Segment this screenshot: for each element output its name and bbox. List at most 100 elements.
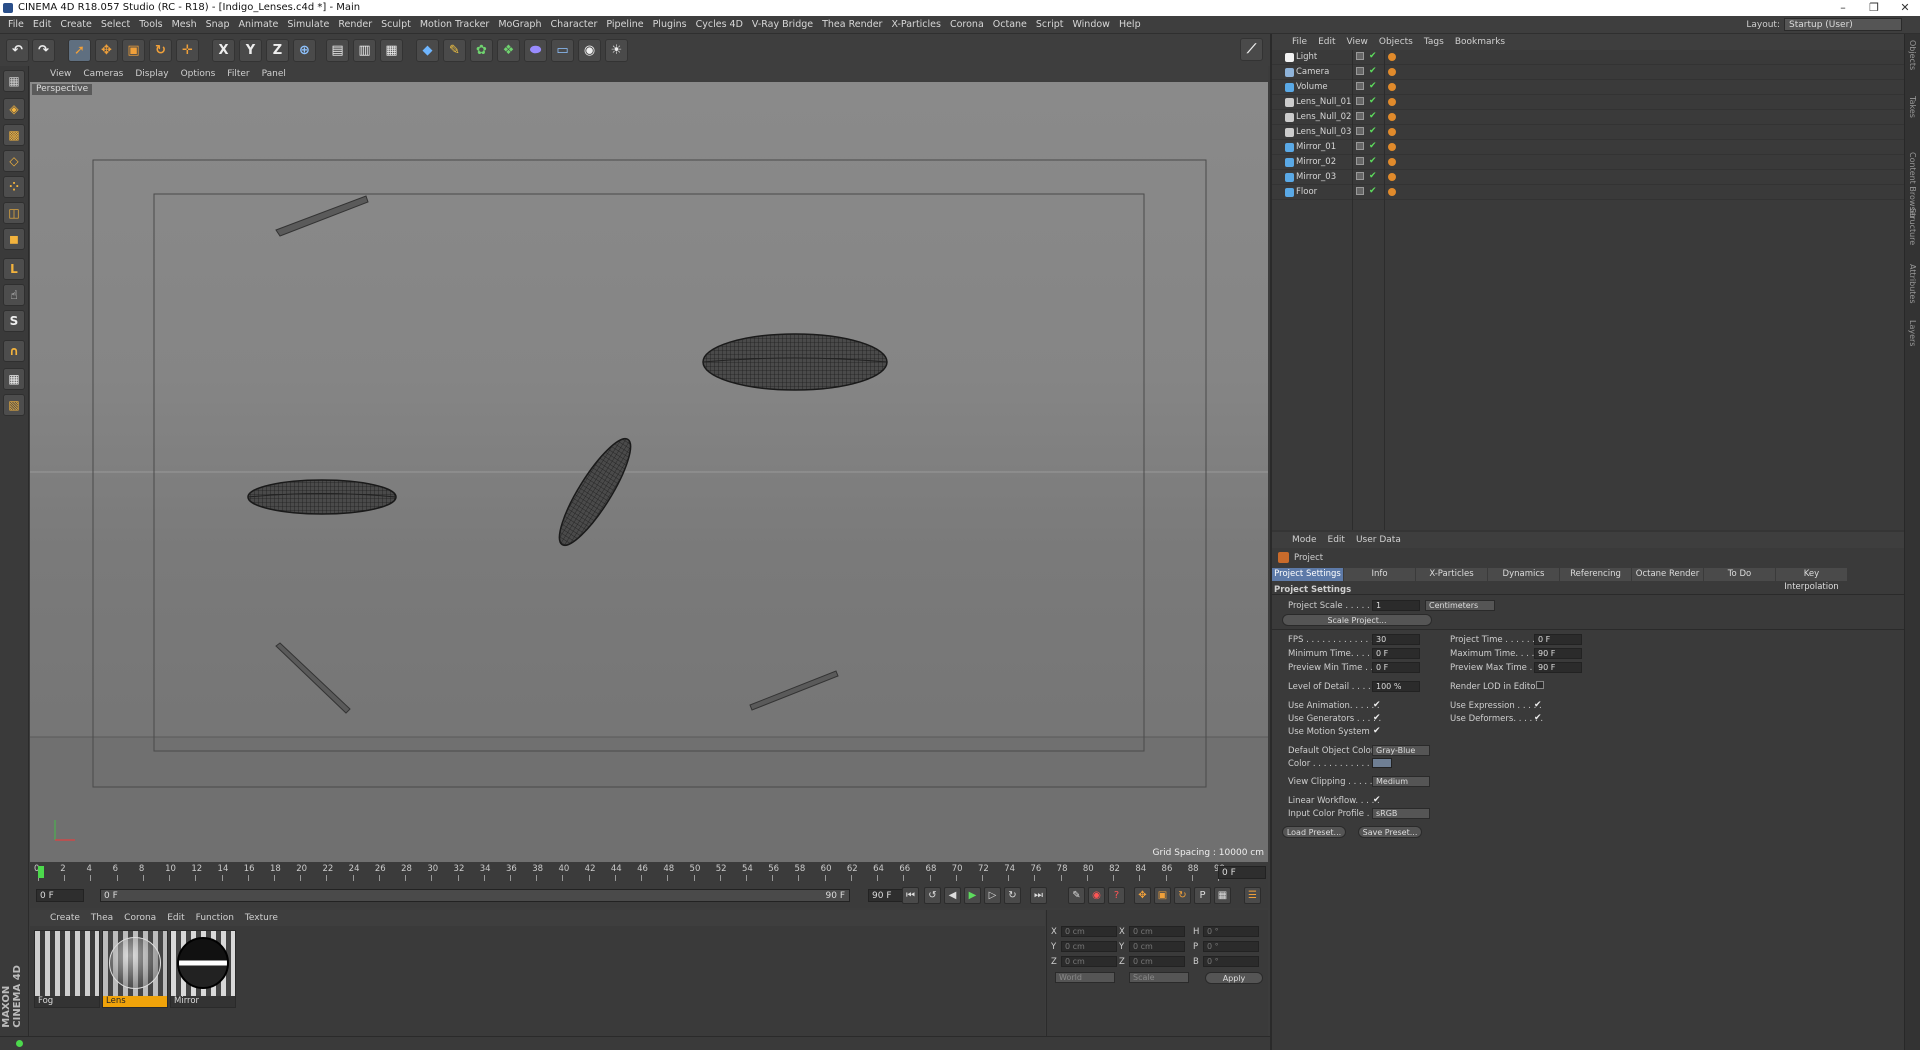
side-tab[interactable]: Takes xyxy=(1908,96,1917,118)
object-tag-icon[interactable] xyxy=(1388,173,1396,181)
record-active-icon[interactable]: ◉ xyxy=(1088,887,1105,904)
coordinate-system-icon[interactable]: ⊕ xyxy=(293,39,316,62)
coord-scale-dropdown[interactable]: Scale xyxy=(1129,972,1189,983)
object-tag-icon[interactable] xyxy=(1388,113,1396,121)
perspective-viewport[interactable]: Perspective Grid Spacing : 10000 cm xyxy=(30,82,1268,862)
attr-tab[interactable]: Dynamics xyxy=(1488,568,1559,581)
move-tool-icon[interactable]: ✥ xyxy=(95,39,118,62)
workplane-icon[interactable]: ◇ xyxy=(3,150,25,172)
menu-item[interactable]: Snap xyxy=(206,19,230,30)
use-deformers-checkbox[interactable]: ✔ xyxy=(1534,714,1543,723)
prev-key-icon[interactable]: ↺ xyxy=(924,887,941,904)
camera-icon[interactable]: ◉ xyxy=(578,39,601,62)
coord-field[interactable]: 0 ° xyxy=(1203,956,1259,967)
camera-label[interactable]: Perspective xyxy=(32,84,93,95)
menu-item[interactable]: Create xyxy=(60,19,92,30)
object-visibility-flags[interactable]: ✔ xyxy=(1352,141,1382,153)
cube-primitive-icon[interactable]: ◆ xyxy=(416,39,439,62)
coord-field[interactable]: 0 cm xyxy=(1061,926,1117,937)
grid-icon[interactable]: ▦ xyxy=(3,368,25,390)
start-frame-field[interactable]: 0 F xyxy=(36,889,84,902)
object-menu-item[interactable]: Edit xyxy=(1318,37,1335,47)
play-icon[interactable]: ▶ xyxy=(964,887,981,904)
close-icon[interactable]: ✕ xyxy=(1890,0,1920,16)
material-lens[interactable]: Lens xyxy=(102,930,168,1008)
attr-tab[interactable]: Referencing xyxy=(1560,568,1631,581)
menu-item[interactable]: Corona xyxy=(950,19,984,30)
spline-pen-icon[interactable]: ✎ xyxy=(443,39,466,62)
render-settings-icon[interactable]: ▦ xyxy=(380,39,403,62)
viewport-menu-item[interactable]: Cameras xyxy=(83,69,123,79)
object-row[interactable]: Floor ✔ xyxy=(1272,185,1904,200)
coord-field[interactable]: 0 ° xyxy=(1203,926,1259,937)
material-fog[interactable]: Fog xyxy=(34,930,100,1008)
attr-tab[interactable]: X-Particles xyxy=(1416,568,1487,581)
record-object-icon[interactable]: ✎ xyxy=(1068,887,1085,904)
recent-tool-icon[interactable]: ✛ xyxy=(176,39,199,62)
playhead[interactable] xyxy=(38,866,44,878)
min-time-field[interactable]: 0 F xyxy=(1372,648,1420,659)
coord-field[interactable]: 0 cm xyxy=(1061,956,1117,967)
default-color-dropdown[interactable]: Gray-Blue xyxy=(1372,745,1430,756)
lock-workplane-icon[interactable]: ▧ xyxy=(3,394,25,416)
axis-x-button[interactable]: X xyxy=(212,39,235,62)
object-row[interactable]: Volume ✔ xyxy=(1272,80,1904,95)
fps-field[interactable]: 30 xyxy=(1372,634,1420,645)
floor-icon[interactable]: ▭ xyxy=(551,39,574,62)
object-visibility-flags[interactable]: ✔ xyxy=(1352,186,1382,198)
menu-item[interactable]: Edit xyxy=(33,19,51,30)
scale-tool-icon[interactable]: ▣ xyxy=(122,39,145,62)
menu-item[interactable]: MoGraph xyxy=(498,19,541,30)
texture-mode-icon[interactable]: ▩ xyxy=(3,124,25,146)
snap-icon[interactable]: S xyxy=(3,310,25,332)
object-visibility-flags[interactable]: ✔ xyxy=(1352,156,1382,168)
coord-field[interactable]: 0 cm xyxy=(1129,956,1185,967)
current-frame-field[interactable]: 0 F xyxy=(1218,866,1266,879)
preview-min-field[interactable]: 0 F xyxy=(1372,662,1420,673)
object-visibility-flags[interactable]: ✔ xyxy=(1352,96,1382,108)
subdivision-icon[interactable]: ✿ xyxy=(470,39,493,62)
material-menu-item[interactable]: Edit xyxy=(167,913,184,923)
material-menu-item[interactable]: Thea xyxy=(91,913,113,923)
viewport-menu-item[interactable]: Filter xyxy=(227,69,249,79)
coord-field[interactable]: 0 cm xyxy=(1129,926,1185,937)
minimize-icon[interactable]: – xyxy=(1828,0,1858,16)
object-visibility-flags[interactable]: ✔ xyxy=(1352,66,1382,78)
axis-z-button[interactable]: Z xyxy=(266,39,289,62)
autokey-icon[interactable]: ? xyxy=(1108,887,1125,904)
viewport-menu-item[interactable]: View xyxy=(50,69,71,79)
attr-tab[interactable]: To Do xyxy=(1704,568,1775,581)
coord-world-dropdown[interactable]: World xyxy=(1055,972,1115,983)
object-menu-item[interactable]: Objects xyxy=(1379,37,1413,47)
key-param-icon[interactable]: P xyxy=(1194,887,1211,904)
object-row[interactable]: Light ✔ xyxy=(1272,50,1904,65)
menu-item[interactable]: Animate xyxy=(239,19,279,30)
material-menu-item[interactable]: Corona xyxy=(124,913,156,923)
polygons-mode-icon[interactable]: ◼ xyxy=(3,228,25,250)
deformer-icon[interactable]: ⬬ xyxy=(524,39,547,62)
view-clipping-dropdown[interactable]: Medium xyxy=(1372,776,1430,787)
object-menu-item[interactable]: Tags xyxy=(1424,37,1444,47)
menu-item[interactable]: V-Ray Bridge xyxy=(752,19,813,30)
menu-item[interactable]: Thea Render xyxy=(822,19,882,30)
material-menu-item[interactable]: Texture xyxy=(245,913,278,923)
next-key-icon[interactable]: ↻ xyxy=(1004,887,1021,904)
edges-mode-icon[interactable]: ◫ xyxy=(3,202,25,224)
magnet-icon[interactable]: ∩ xyxy=(3,340,25,362)
object-menu-item[interactable]: View xyxy=(1347,37,1368,47)
object-row[interactable]: Mirror_02 ✔ xyxy=(1272,155,1904,170)
object-visibility-flags[interactable]: ✔ xyxy=(1352,171,1382,183)
timeline-ruler[interactable]: 0 2 4 6 8 10 12 14 16 18 20 22 24 26 28 30 32 34 36 38 40 42 4… xyxy=(30,862,1268,882)
light-icon[interactable]: ☀ xyxy=(605,39,628,62)
go-to-start-icon[interactable]: ⏮ xyxy=(902,887,919,904)
layout-dropdown[interactable]: Startup (User) xyxy=(1784,18,1902,31)
attr-tab[interactable]: Key Interpolation xyxy=(1776,568,1847,592)
axis-y-button[interactable]: Y xyxy=(239,39,262,62)
key-pla-icon[interactable]: ▦ xyxy=(1214,887,1231,904)
object-row[interactable]: Camera ✔ xyxy=(1272,65,1904,80)
object-visibility-flags[interactable]: ✔ xyxy=(1352,51,1382,63)
object-tag-icon[interactable] xyxy=(1388,53,1396,61)
viewport-menu-item[interactable]: Panel xyxy=(262,69,286,79)
object-tag-icon[interactable] xyxy=(1388,68,1396,76)
menu-item[interactable]: Select xyxy=(101,19,130,30)
